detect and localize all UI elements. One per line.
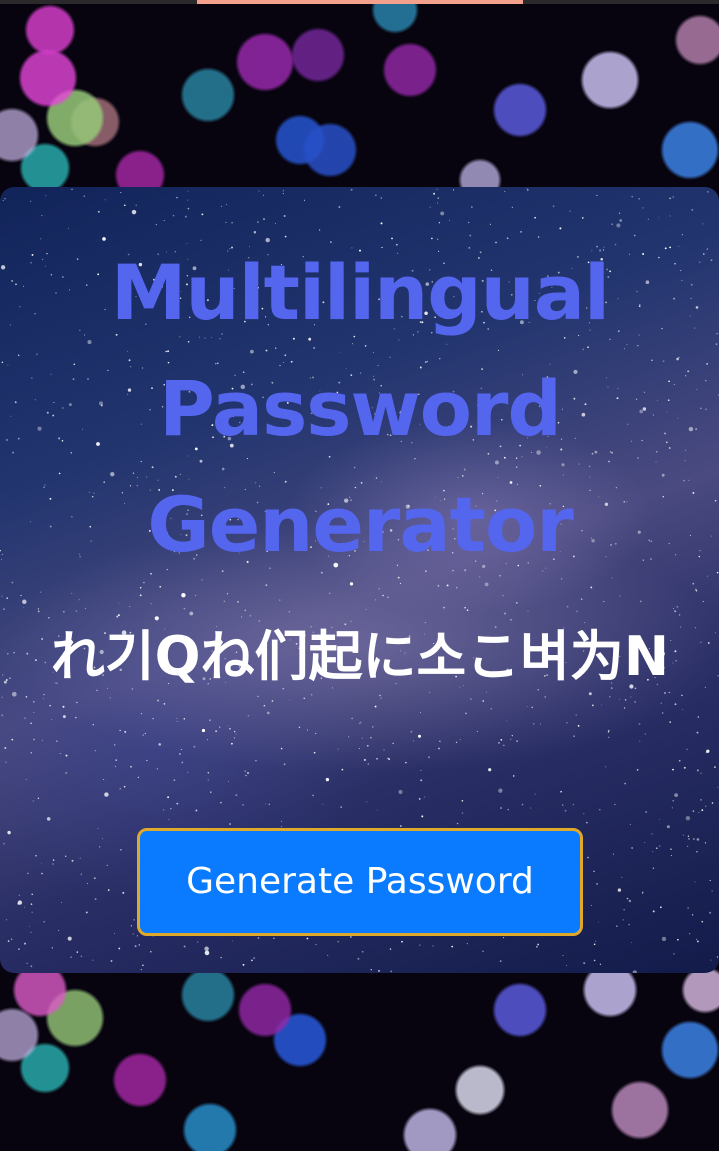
generator-card: Multilingual Password Generator れ기Qね们起に소…	[0, 187, 719, 973]
generate-password-button[interactable]: Generate Password	[137, 828, 583, 936]
card-content: Multilingual Password Generator れ기Qね们起に소…	[0, 187, 719, 973]
top-status-bar	[0, 0, 719, 4]
app-title: Multilingual Password Generator	[110, 248, 610, 569]
app-screen: Multilingual Password Generator れ기Qね们起に소…	[0, 0, 719, 1151]
top-accent-bar	[197, 0, 523, 4]
generated-password: れ기Qね们起に소こ벼为N	[50, 625, 670, 688]
